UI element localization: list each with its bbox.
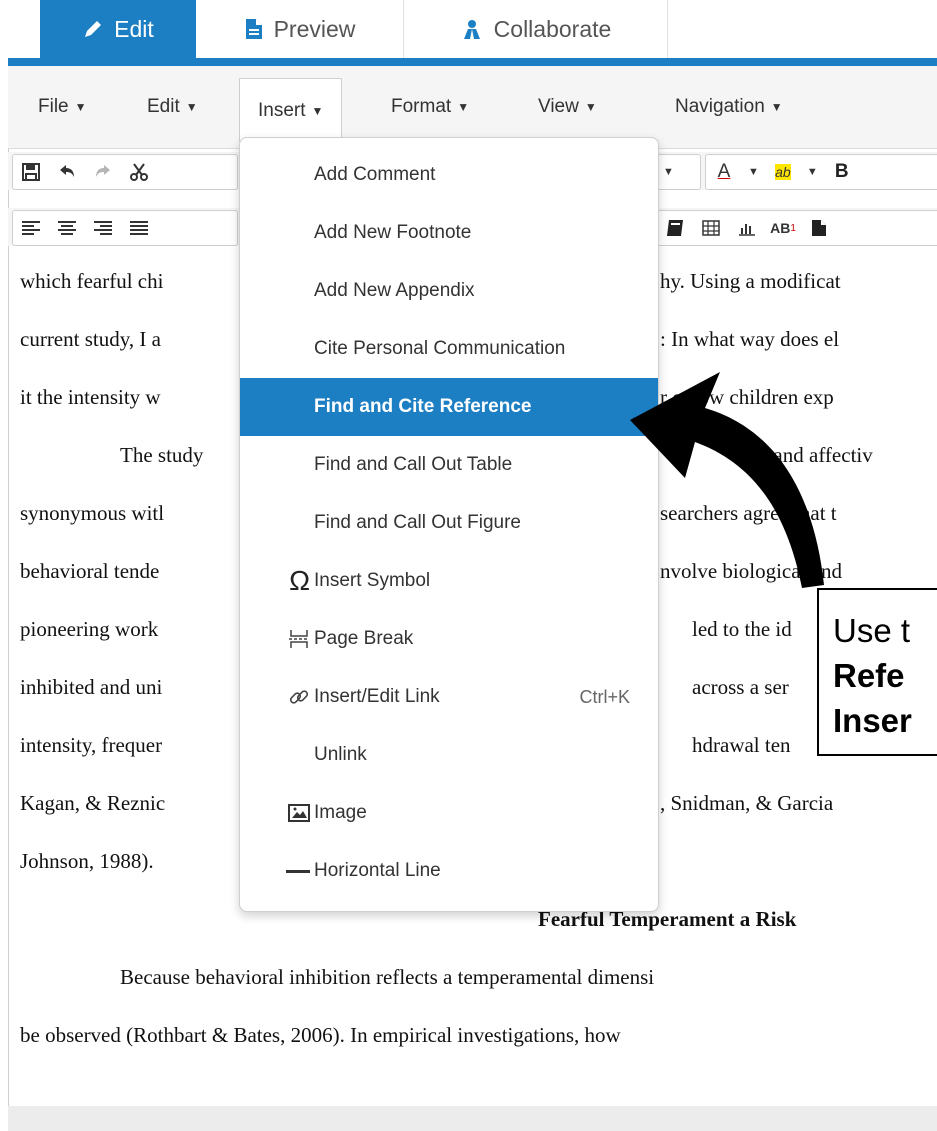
menu-item-find-and-call-out-figure[interactable]: Find and Call Out Figure [240,494,658,552]
horizontal-line-icon [240,868,314,874]
menu-format-label: Format [391,96,452,117]
top-tabs: Edit Preview Collaborate [0,0,937,64]
align-justify-icon[interactable] [121,211,157,245]
align-left-icon[interactable] [13,211,49,245]
page-icon[interactable] [801,211,837,245]
doc-line: be observed (Rothbart & Bates, 2006). In… [20,1023,621,1047]
menu-item-label: Page Break [314,628,414,649]
align-right-icon[interactable] [85,211,121,245]
callout-arrow-icon [630,372,824,588]
image-icon [240,803,314,823]
page-break-icon [240,629,314,649]
menu-item-label: Add New Appendix [314,280,475,301]
omega-icon: Ω [289,565,310,596]
book-icon[interactable] [657,211,693,245]
menu-item-label: Add Comment [314,164,436,185]
menu-item-horizontal-line[interactable]: Horizontal Line [240,842,658,900]
caret-down-icon: ▼ [457,100,470,114]
menu-file[interactable]: File ▼ [38,84,87,130]
menu-item-shortcut: Ctrl+K [579,686,630,707]
document-bottom-bar [8,1106,937,1131]
callout-line-1: Use t [833,612,911,649]
menu-insert[interactable]: Insert ▼ [239,78,343,142]
menu-item-cite-personal-communication[interactable]: Cite Personal Communication [240,320,658,378]
menu-item-label: Horizontal Line [314,860,441,881]
menu-item-label: Image [314,802,367,823]
menu-insert-label: Insert [258,99,306,121]
caret-down-icon[interactable]: ▼ [742,166,765,178]
insert-menu-dropdown: Add Comment Add New Footnote Add New App… [239,137,659,912]
menu-edit-label: Edit [147,96,180,117]
menu-item-label: Find and Cite Reference [314,396,532,417]
tab-edit[interactable]: Edit [40,0,196,58]
save-icon[interactable] [13,155,49,189]
bold-label: B [834,161,849,182]
toolbar-group-color: A ▼ ab ▼ B [705,154,937,190]
document-icon [245,19,262,39]
doc-line: Because behavioral inhibition reflects a… [120,965,655,989]
menu-item-insert-symbol[interactable]: Ω Insert Symbol [240,552,658,610]
menu-item-label: Find and Call Out Figure [314,512,521,533]
tab-preview-label: Preview [273,15,356,42]
font-color-label: A [717,161,731,182]
menu-navigation-label: Navigation [675,96,765,117]
tab-preview[interactable]: Preview [196,0,404,58]
link-icon [240,686,314,708]
caret-down-icon: ▼ [770,100,783,114]
menu-item-page-break[interactable]: Page Break [240,610,658,668]
menu-item-unlink[interactable]: Unlink [240,726,658,784]
menu-item-add-new-footnote[interactable]: Add New Footnote [240,204,658,262]
superscript-icon[interactable]: AB 1 [765,211,801,245]
font-color-button[interactable]: A [706,155,742,189]
highlight-button[interactable]: ab [765,155,801,189]
toolbar-group-align [12,210,238,246]
menu-file-label: File [38,96,69,117]
pencil-icon [85,21,102,37]
tab-collaborate-label: Collaborate [493,15,612,42]
menu-item-label: Unlink [314,744,367,765]
table-icon[interactable] [693,211,729,245]
menu-item-add-comment[interactable]: Add Comment [240,146,658,204]
caret-down-icon: ▼ [185,100,198,114]
instruction-callout: Use t Refe Inser [817,588,937,756]
callout-line-2: Refe [833,657,905,694]
menu-item-label: Cite Personal Communication [314,338,566,359]
highlight-label: ab [775,164,791,180]
caret-down-icon[interactable]: ▼ [801,166,824,178]
superscript-label: AB [770,220,791,236]
caret-down-icon: ▼ [584,100,597,114]
menu-edit[interactable]: Edit ▼ [147,84,198,130]
menu-navigation[interactable]: Navigation ▼ [675,84,783,130]
caret-down-icon: ▼ [311,103,324,118]
toolbar-group-style: ▼ [656,154,701,190]
tab-edit-label: Edit [114,15,154,42]
caret-down-icon[interactable]: ▼ [657,166,680,178]
menu-item-label: Insert/Edit Link [314,686,440,707]
cut-icon[interactable] [121,155,157,189]
toolbar-group-history [12,154,238,190]
tab-bar-underline [8,58,937,66]
callout-line-3: Inser [833,702,912,739]
menu-item-label: Insert Symbol [314,570,431,591]
menu-view-label: View [538,96,579,117]
caret-down-icon: ▼ [74,100,87,114]
people-icon [463,20,480,39]
menu-item-label: Add New Footnote [314,222,472,243]
redo-icon[interactable] [85,155,121,189]
menu-item-find-and-call-out-table[interactable]: Find and Call Out Table [240,436,658,494]
menu-item-label: Find and Call Out Table [314,454,513,475]
menu-view[interactable]: View ▼ [538,84,597,130]
menu-item-add-new-appendix[interactable]: Add New Appendix [240,262,658,320]
tab-collaborate[interactable]: Collaborate [404,0,668,58]
align-center-icon[interactable] [49,211,85,245]
undo-icon[interactable] [49,155,85,189]
superscript-mark: 1 [790,222,796,234]
menu-item-insert-edit-link[interactable]: Insert/Edit Link Ctrl+K [240,668,658,726]
chart-icon[interactable] [729,211,765,245]
toolbar-group-insert: AB 1 [656,210,937,246]
bold-button[interactable]: B [824,155,860,189]
menu-item-find-and-cite-reference[interactable]: Find and Cite Reference [240,378,658,436]
menu-format[interactable]: Format ▼ [391,84,469,130]
menu-item-image[interactable]: Image [240,784,658,842]
